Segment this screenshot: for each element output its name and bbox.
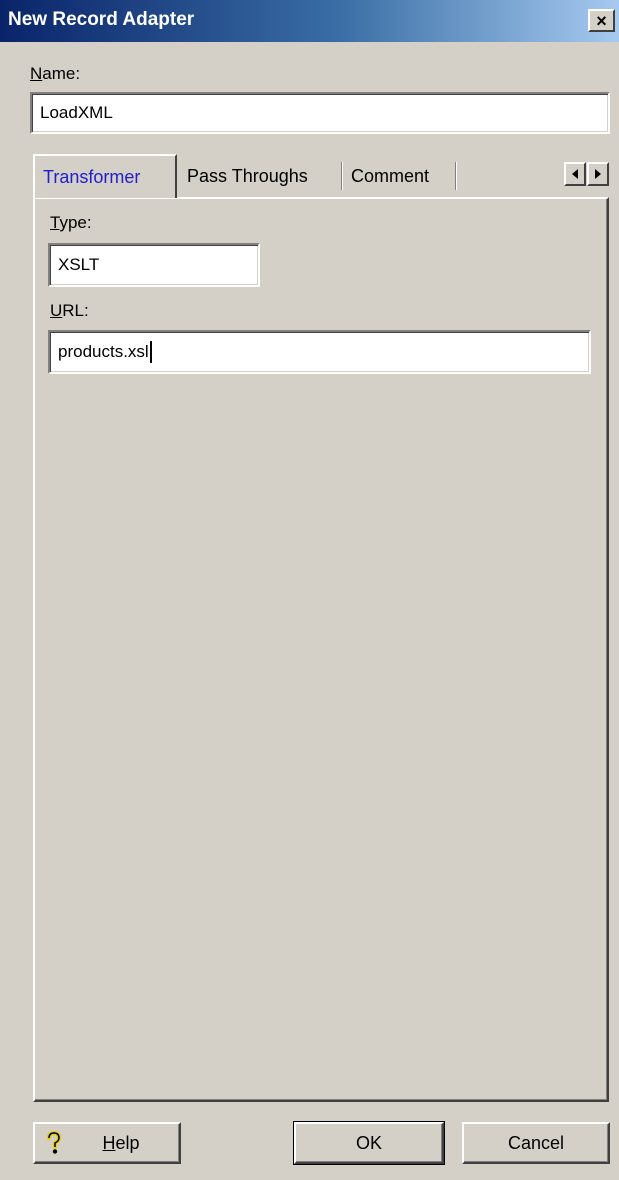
tab-pass-throughs[interactable]: Pass Throughs [179, 155, 316, 197]
cancel-button[interactable]: Cancel [462, 1122, 610, 1164]
cancel-button-label: Cancel [507, 1132, 565, 1153]
title-bar[interactable]: New Record Adapter × [0, 0, 619, 42]
tab-separator [455, 162, 456, 190]
tab-comment-label: Comment [351, 165, 430, 186]
ok-button-label: OK [355, 1132, 382, 1153]
type-input[interactable]: XSLT [48, 243, 260, 287]
window-title: New Record Adapter [8, 9, 195, 30]
ok-button[interactable]: OK [293, 1121, 445, 1165]
tab-pass-throughs-label: Pass Throughs [187, 165, 308, 186]
text-caret [149, 341, 152, 363]
name-input[interactable]: LoadXML [30, 92, 610, 134]
name-label: Name: [30, 64, 81, 83]
tab-separator [341, 162, 342, 190]
tab-scroll-right-button[interactable] [587, 162, 609, 186]
close-icon: × [596, 10, 607, 31]
tab-comment[interactable]: Comment [343, 155, 437, 197]
tab-scroll-left-button[interactable] [564, 162, 586, 186]
help-button-label: Help [102, 1132, 140, 1153]
help-button[interactable]: Help [33, 1122, 181, 1164]
tab-transformer[interactable]: Transformer [33, 154, 177, 198]
triangle-left-icon [572, 169, 578, 179]
url-input-value: products.xsl [58, 342, 149, 361]
type-input-value: XSLT [58, 255, 100, 274]
triangle-right-icon [595, 169, 601, 179]
type-label: Type: [50, 213, 92, 232]
question-mark-icon [45, 1130, 63, 1161]
close-button[interactable]: × [588, 9, 615, 32]
name-input-value: LoadXML [40, 103, 113, 122]
tab-transformer-label: Transformer [43, 166, 141, 187]
url-label: URL: [50, 301, 89, 320]
url-input[interactable]: products.xsl [48, 330, 591, 374]
